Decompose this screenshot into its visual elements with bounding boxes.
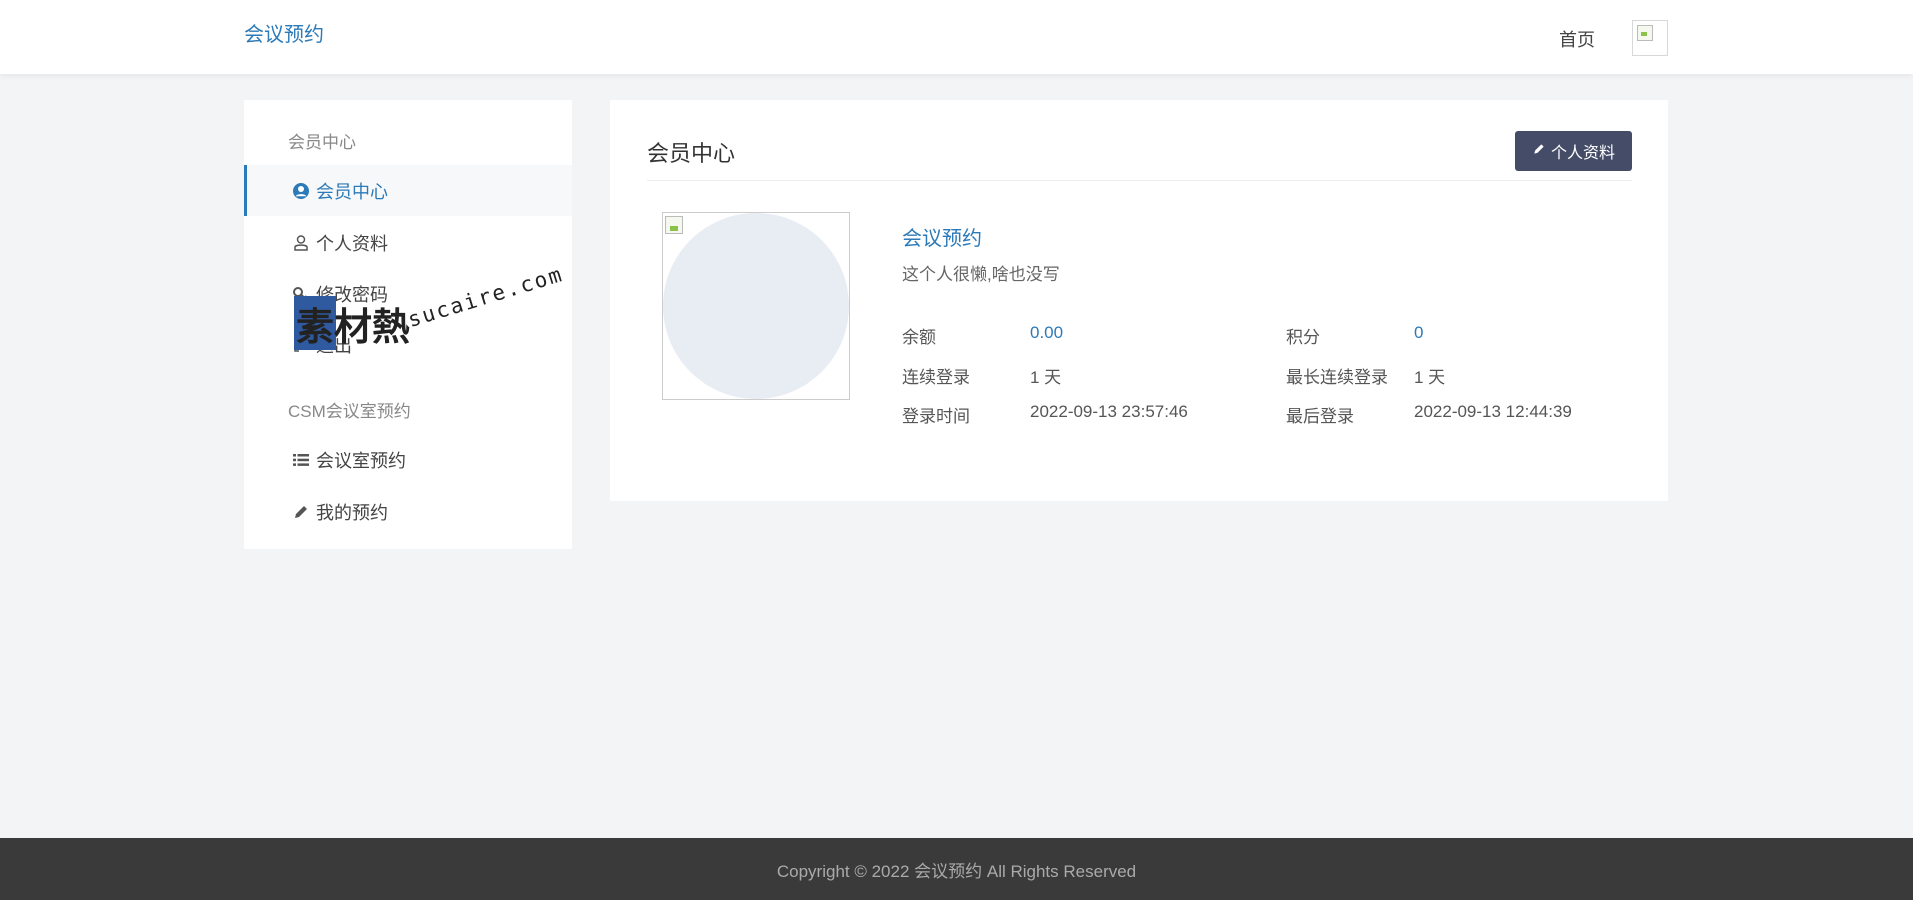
sidebar-section-title-member: 会员中心 — [288, 133, 356, 152]
member-center-panel: 会员中心 个人资料 会议预约 这个人很懒,啥也没写 余额 0.00 积分 0 连… — [610, 100, 1668, 501]
last-login-label: 最后登录 — [1286, 407, 1354, 426]
broken-image-icon — [1637, 25, 1653, 41]
max-streak-label: 最长连续登录 — [1286, 368, 1388, 387]
user-avatar-menu[interactable] — [1632, 20, 1668, 56]
points-label: 积分 — [1286, 328, 1320, 347]
sidebar-item-my-bookings[interactable]: 我的预约 — [244, 486, 572, 537]
sidebar-item-label: 会议室预约 — [316, 450, 406, 471]
profile-button-label: 个人资料 — [1550, 145, 1615, 162]
balance-label: 余额 — [902, 328, 936, 347]
max-streak-value: 1 天 — [1414, 368, 1446, 387]
brand-link[interactable]: 会议预约 — [244, 18, 324, 47]
login-time-label: 登录时间 — [902, 407, 970, 426]
sidebar-item-member-center[interactable]: 会员中心 — [244, 165, 572, 216]
avatar-placeholder — [663, 213, 849, 399]
pencil-icon — [292, 503, 310, 521]
broken-image-icon — [665, 216, 683, 234]
sidebar-item-label: 个人资料 — [316, 233, 388, 254]
page-title: 会员中心 — [647, 141, 736, 166]
nav-home-link[interactable]: 首页 — [1559, 26, 1595, 52]
user-circle-icon — [292, 182, 310, 200]
watermark: 素材熱 sucaire.com — [294, 262, 566, 366]
footer: Copyright © 2022 会议预约 All Rights Reserve… — [0, 838, 1913, 900]
copyright-text: Copyright © 2022 会议预约 All Rights Reserve… — [776, 861, 1137, 881]
profile-button[interactable]: 个人资料 — [1515, 131, 1632, 171]
username-link[interactable]: 会议预约 — [902, 222, 982, 251]
balance-value[interactable]: 0.00 — [1030, 323, 1063, 343]
top-navbar: 会议预约 首页 — [0, 0, 1913, 74]
sidebar-item-profile[interactable]: 个人资料 — [244, 217, 572, 268]
points-value[interactable]: 0 — [1414, 323, 1423, 343]
sidebar-item-label: 会员中心 — [316, 181, 388, 202]
streak-label: 连续登录 — [902, 368, 970, 387]
pencil-icon — [1532, 142, 1546, 161]
streak-value: 1 天 — [1030, 368, 1062, 387]
user-bio: 这个人很懒,啥也没写 — [902, 265, 1060, 284]
login-time-value: 2022-09-13 23:57:46 — [1030, 402, 1188, 421]
avatar — [662, 212, 850, 400]
user-icon — [292, 234, 310, 252]
divider — [647, 180, 1632, 181]
list-icon — [292, 451, 310, 469]
watermark-cn-text: 素材熱 — [296, 307, 411, 349]
last-login-value: 2022-09-13 12:44:39 — [1414, 402, 1572, 421]
sidebar-section-title-booking: CSM会议室预约 — [288, 402, 411, 421]
sidebar-item-label: 我的预约 — [316, 502, 388, 523]
sidebar-item-room-booking[interactable]: 会议室预约 — [244, 434, 572, 485]
